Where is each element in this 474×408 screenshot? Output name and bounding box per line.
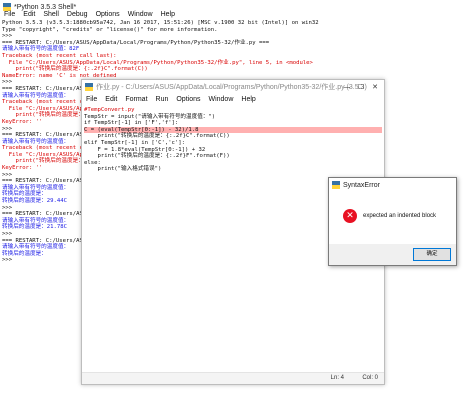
code-line: elif TempStr[-1] in ['C','c']:	[84, 139, 186, 146]
editor-menu-help[interactable]: Help	[237, 95, 259, 105]
python-icon	[332, 181, 340, 189]
editor-titlebar[interactable]: 作业.py - C:/Users/ASUS/AppData/Local/Prog…	[82, 80, 384, 94]
error-message: expected an indented block	[363, 213, 437, 219]
editor-menu-file[interactable]: File	[82, 95, 101, 105]
shell-line: Type "copyright", "credits" or "license(…	[2, 26, 218, 33]
shell-menubar: File Edit Shell Debug Options Window Hel…	[0, 10, 474, 20]
dialog-titlebar[interactable]: SyntaxError	[329, 178, 456, 192]
dialog-title: SyntaxError	[343, 181, 380, 189]
shell-menu-file[interactable]: File	[0, 10, 19, 20]
editor-menu-options[interactable]: Options	[172, 95, 204, 105]
shell-line: Traceback (most recent call last):	[2, 52, 117, 59]
maximize-icon[interactable]: ☐	[354, 81, 368, 93]
ok-button[interactable]: 确定	[413, 248, 451, 261]
code-line: print("转换后的温度是：{:.2f}C".format(C))	[84, 133, 230, 140]
status-line: Ln: 4	[330, 375, 344, 381]
editor-menubar: File Edit Format Run Options Window Help	[82, 95, 384, 105]
editor-title: 作业.py - C:/Users/ASUS/AppData/Local/Prog…	[96, 84, 367, 91]
shell-line: >>>	[2, 33, 16, 40]
status-col: Col: 0	[362, 375, 378, 381]
code-line: print("输入格式错误")	[84, 166, 162, 173]
shell-menu-edit[interactable]: Edit	[19, 10, 39, 20]
shell-menu-help[interactable]: Help	[157, 10, 179, 20]
dialog-body: ✕ expected an indented block	[329, 192, 456, 244]
code-line: if TempStr[-1] in ['F','f']:	[84, 120, 179, 127]
code-line: print("转换后的温度是：{:.2f}F".format(F))	[84, 153, 230, 160]
syntax-error-dialog: SyntaxError ✕ expected an indented block…	[328, 177, 457, 266]
shell-line: Python 3.5.3 (v3.5.3:1880cb95a742, Jan 1…	[2, 20, 319, 26]
shell-menu-options[interactable]: Options	[92, 10, 124, 20]
shell-menu-shell[interactable]: Shell	[39, 10, 63, 20]
editor-menu-edit[interactable]: Edit	[101, 95, 121, 105]
shell-menu-window[interactable]: Window	[124, 10, 157, 20]
editor-statusbar: Ln: 4 Col: 0	[82, 372, 384, 384]
python-file-icon	[85, 83, 93, 91]
error-icon: ✕	[343, 209, 357, 223]
shell-line: 请输入带有符号的温度值：82F	[2, 46, 80, 53]
shell-line: print("转换后的温度是：{:.2f}C".format(C))	[2, 66, 148, 73]
editor-menu-run[interactable]: Run	[152, 95, 173, 105]
editor-window-controls: — ☐ ✕	[340, 80, 382, 94]
code-line: #TempConvert.py	[84, 107, 135, 113]
editor-menu-window[interactable]: Window	[204, 95, 237, 105]
shell-menu-debug[interactable]: Debug	[63, 10, 92, 20]
minimize-icon[interactable]: —	[340, 81, 354, 93]
close-icon[interactable]: ✕	[368, 81, 382, 93]
editor-menu-format[interactable]: Format	[121, 95, 151, 105]
code-line: TempStr = input("请输入带有符号的温度值：")	[84, 113, 216, 120]
